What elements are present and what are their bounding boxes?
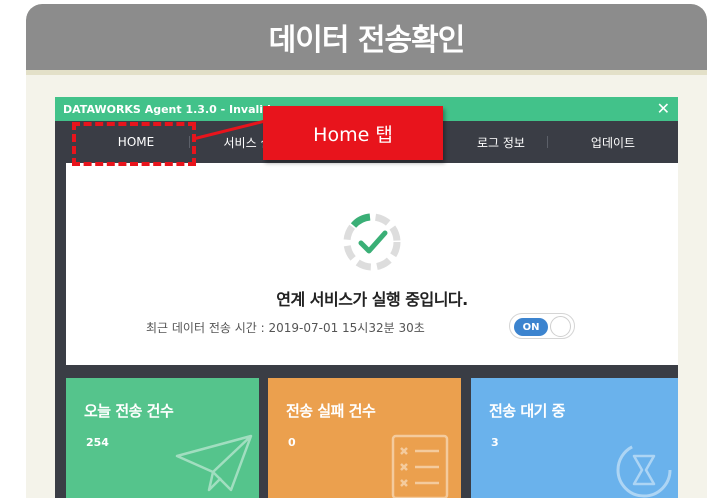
paper-plane-icon [175, 434, 253, 492]
home-tab-highlight [72, 122, 196, 166]
tile-today-transfers[interactable]: 오늘 전송 건수 254 [66, 378, 259, 498]
tab-update[interactable]: 업데이트 [563, 121, 663, 163]
close-icon[interactable]: ✕ [657, 98, 670, 120]
tile-count: 3 [491, 436, 499, 449]
header-divider [26, 70, 707, 75]
tile-failed-transfers[interactable]: 전송 실패 건수 0 [268, 378, 461, 498]
tile-title: 전송 실패 건수 [286, 402, 376, 420]
tile-pending-transfers[interactable]: 전송 대기 중 3 [471, 378, 678, 498]
service-toggle[interactable]: ON [509, 313, 575, 339]
service-status-message: 연계 서비스가 실행 중입니다. [276, 290, 468, 309]
tile-title: 오늘 전송 건수 [84, 402, 174, 420]
home-tab-callout: Home 탭 [263, 106, 443, 160]
checklist-icon [391, 434, 449, 498]
tile-count: 254 [86, 436, 109, 449]
window-title: DATAWORKS Agent 1.3.0 - Invalid [63, 102, 271, 116]
toggle-on-label: ON [514, 318, 548, 336]
tile-count: 0 [288, 436, 296, 449]
check-spinner-icon [343, 213, 401, 271]
tab-log-info[interactable]: 로그 정보 [451, 121, 551, 163]
home-panel: 연계 서비스가 실행 중입니다. 최근 데이터 전송 시간 : 2019-07-… [66, 163, 678, 365]
toggle-knob [550, 316, 571, 337]
last-transfer-time: 최근 데이터 전송 시간 : 2019-07-01 15시32분 30초 [146, 321, 425, 335]
slide-title: 데이터 전송확인 [26, 4, 707, 70]
tile-title: 전송 대기 중 [489, 402, 565, 420]
tab-divider [547, 136, 548, 148]
hourglass-icon [616, 442, 672, 498]
